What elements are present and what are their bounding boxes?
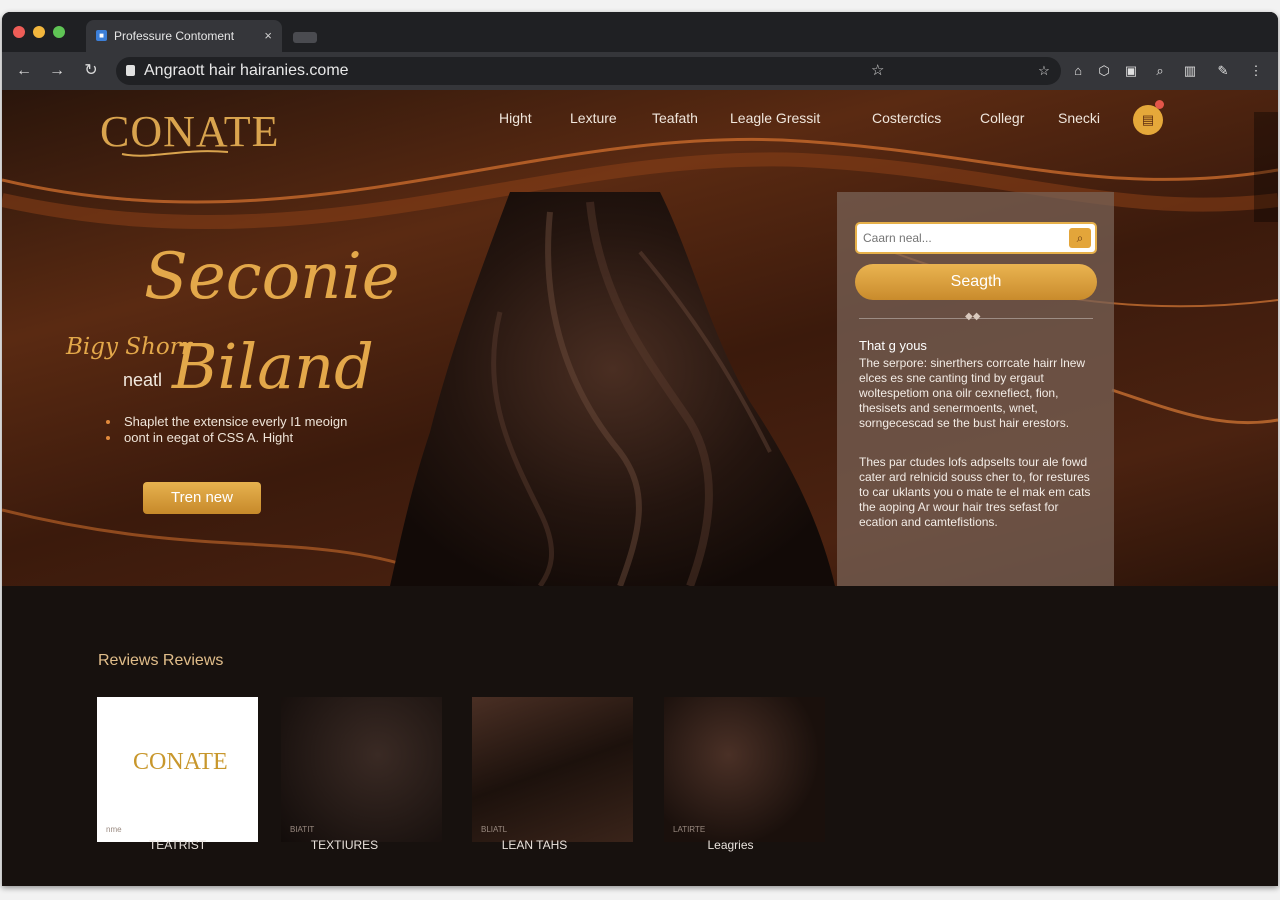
panel-paragraph: Thes par ctudes lofs adpselts tour ale f… (859, 455, 1091, 529)
back-button[interactable]: ← (13, 60, 35, 82)
shield-icon[interactable]: ⬡ (1094, 61, 1114, 81)
info-panel: ⌕ Seagth ◆◆ That g yous The serpore: sin… (837, 192, 1114, 586)
card-caption: nme (106, 825, 122, 834)
review-card[interactable]: BIATIT (281, 697, 442, 842)
search-icon[interactable]: ⌕ (1150, 61, 1170, 81)
nav-link-lexture[interactable]: Lexture (570, 110, 617, 132)
search-box: ⌕ (855, 222, 1097, 254)
tab-close-icon[interactable]: × (264, 20, 272, 52)
favicon-icon: ■ (96, 30, 107, 41)
bookmark-star-icon[interactable]: ☆ (871, 57, 884, 85)
maximize-window-button[interactable] (53, 26, 65, 38)
hero-brand-script: Biland (172, 330, 374, 403)
address-bar[interactable]: Angraott hair hairanies.come ☆ (116, 57, 1061, 85)
hero-bullet: oont in eegat of CSS A. Hight (106, 430, 347, 446)
review-card[interactable]: CONATE nme (97, 697, 258, 842)
browser-window: ■ Professure Contoment × ← → ↻ Angraott … (2, 12, 1278, 886)
panel-heading: That g yous (859, 338, 927, 353)
minimize-window-button[interactable] (33, 26, 45, 38)
card-label[interactable]: TEXTIURES (264, 838, 425, 852)
review-card[interactable]: LATIRTE (664, 697, 825, 842)
nav-link-collegr[interactable]: Collegr (980, 110, 1024, 132)
star-icon[interactable]: ☆ (1034, 61, 1054, 81)
card-label[interactable]: LEAN TAHS (454, 838, 615, 852)
tab-title: Professure Contoment (114, 29, 235, 43)
menu-icon[interactable]: ⋮ (1246, 61, 1266, 81)
card-logo: CONATE (133, 749, 228, 775)
hero-subword: neatl (123, 370, 163, 390)
hero-bullets: Shaplet the extensice everly I1 meoign o… (106, 414, 347, 446)
nav-link-snecki[interactable]: Snecki (1058, 110, 1100, 132)
extension-icon[interactable]: ⌂ (1068, 61, 1088, 81)
card-image: CONATE nme (97, 697, 258, 842)
url-text[interactable]: Angraott hair hairanies.come (144, 57, 349, 85)
browser-tab[interactable]: ■ Professure Contoment × (86, 20, 282, 52)
card-image: LATIRTE (664, 697, 825, 842)
hair-image (390, 192, 835, 586)
card-caption: BIATIT (290, 825, 315, 834)
reload-button[interactable]: ↻ (80, 60, 102, 82)
forward-button[interactable]: → (46, 60, 68, 82)
card-image: BIATIT (281, 697, 442, 842)
new-tab-button[interactable] (293, 32, 317, 43)
nav-link-teafath[interactable]: Teafath (652, 110, 698, 132)
card-label[interactable]: TEATRIST (97, 838, 258, 852)
review-card[interactable]: BLIATL (472, 697, 633, 842)
cart-icon[interactable]: ▣ (1121, 61, 1141, 81)
card-caption: BLIATL (481, 825, 508, 834)
search-input[interactable] (863, 224, 1063, 252)
search-icon[interactable]: ⌕ (1069, 228, 1091, 248)
card-caption: LATIRTE (673, 825, 706, 834)
logo-swash (121, 150, 229, 157)
panel-paragraph: The serpore: sinerthers corrcate hairr l… (859, 356, 1086, 430)
shopping-bag-icon[interactable]: ▤ (1133, 105, 1163, 135)
edit-icon[interactable]: ✎ (1213, 61, 1233, 81)
cart-badge (1155, 100, 1164, 109)
card-label[interactable]: Leagries (650, 838, 811, 852)
lock-icon (126, 65, 135, 76)
hero-section: CONATE Hight Lexture Teafath Leagle Gres… (2, 90, 1278, 586)
hero-bullet: Shaplet the extensice everly I1 meoign (106, 414, 347, 430)
nav-link-hight[interactable]: Hight (499, 110, 532, 132)
close-window-button[interactable] (13, 26, 25, 38)
nav-link-costerctics[interactable]: Costerctics (872, 110, 941, 132)
browser-toolbar: ← → ↻ Angraott hair hairanies.come ☆ ☆ ⌂… (2, 52, 1278, 90)
search-button[interactable]: Seagth (855, 264, 1097, 300)
reviews-heading: Reviews Reviews (98, 652, 224, 669)
card-image: BLIATL (472, 697, 633, 842)
tab-bar: ■ Professure Contoment × (2, 12, 1278, 52)
divider-ornament-icon: ◆◆ (965, 311, 981, 322)
cta-button[interactable]: Tren new (143, 482, 261, 514)
chart-icon[interactable]: ▥ (1180, 61, 1200, 81)
hero-headline: Seconie (144, 240, 400, 314)
side-scroll-edge[interactable] (1254, 112, 1278, 222)
website: CONATE Hight Lexture Teafath Leagle Gres… (2, 90, 1278, 886)
nav-link-leagle-gressit[interactable]: Leagle Gressit (730, 110, 820, 132)
